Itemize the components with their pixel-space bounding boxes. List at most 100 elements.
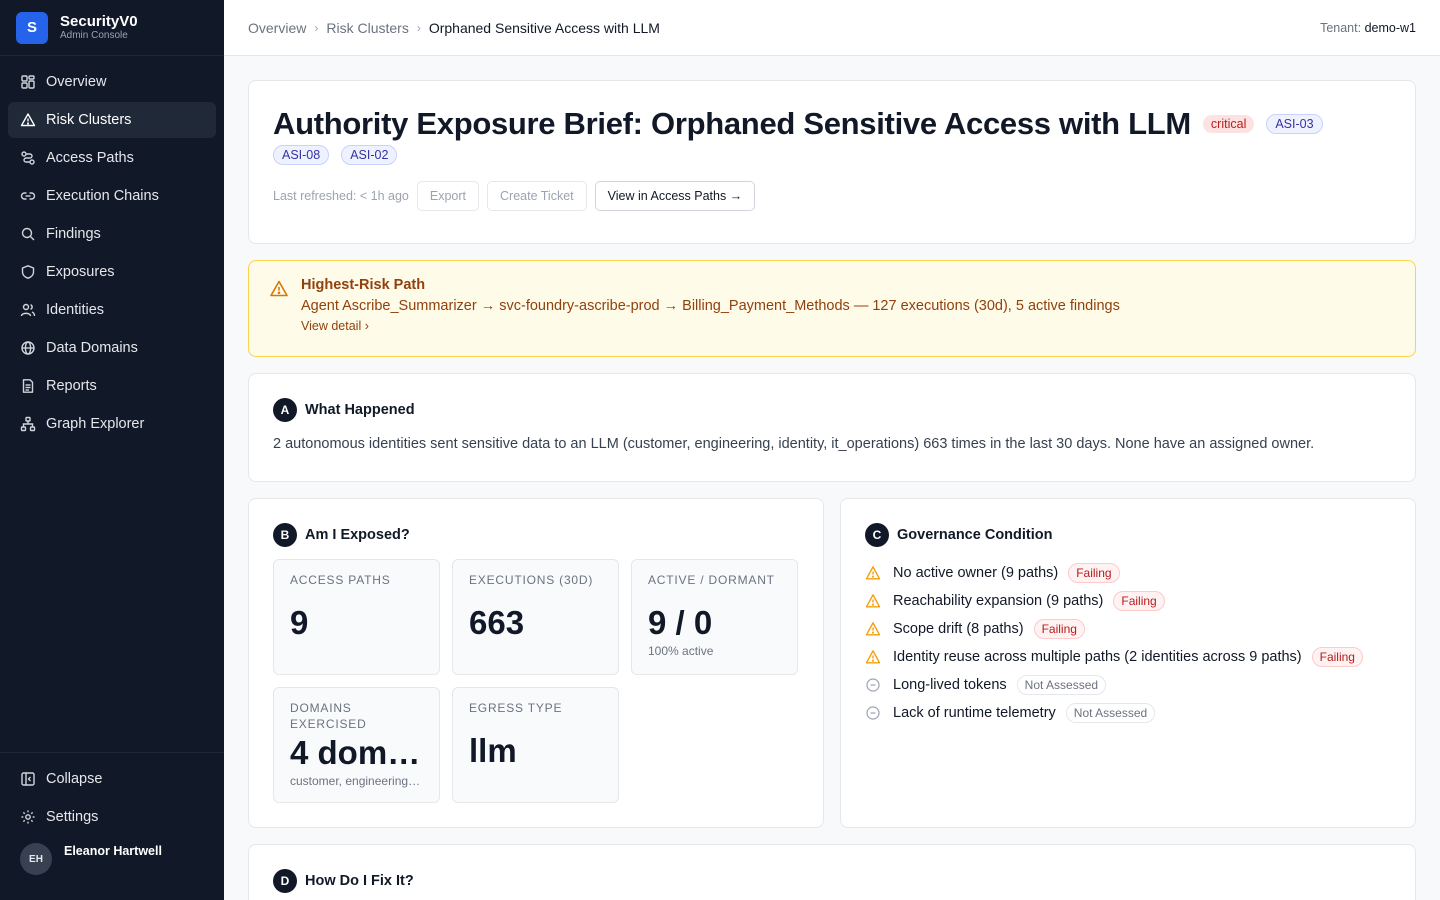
stat-active-dormant: ACTIVE / DORMANT 9 / 0 100% active	[631, 559, 798, 675]
stat-domains-exercised: DOMAINS EXERCISED 4 domains customer, en…	[273, 687, 440, 803]
highest-risk-path-alert: Highest-Risk Path Agent Ascribe_Summariz…	[248, 260, 1416, 357]
condition-label: Long-lived tokens	[893, 677, 1007, 693]
condition-label: Scope drift (8 paths)	[893, 621, 1024, 637]
breadcrumb-risk-clusters[interactable]: Risk Clusters	[326, 20, 408, 36]
alert-text: Agent Ascribe_Summarizer → svc-foundry-a…	[301, 298, 1120, 314]
sidebar-item-risk-clusters[interactable]: Risk Clusters	[8, 102, 216, 138]
content: Authority Exposure Brief: Orphaned Sensi…	[224, 56, 1440, 900]
tenant-indicator: Tenant: demo-w1	[1320, 21, 1416, 35]
status-badge: Failing	[1311, 647, 1363, 667]
sidebar-item-identities[interactable]: Identities	[8, 292, 216, 328]
chevron-right-icon: ›	[364, 319, 369, 333]
minus-circle-icon	[866, 706, 880, 720]
section-letter: C	[865, 523, 889, 547]
breadcrumb-overview[interactable]: Overview	[248, 20, 306, 36]
stat-value: 9 / 0	[648, 604, 713, 641]
sidebar-item-findings[interactable]: Findings	[8, 216, 216, 252]
create-ticket-button[interactable]: Create Ticket	[487, 181, 587, 211]
view-detail-label: View detail	[301, 319, 362, 333]
sidebar-item-label: Overview	[46, 74, 107, 90]
stat-access-paths: ACCESS PATHS 9	[273, 559, 440, 675]
stat-value: 9	[290, 604, 309, 641]
warning-icon	[20, 113, 36, 127]
main-area: Overview › Risk Clusters › Orphaned Sens…	[224, 0, 1440, 900]
sidebar: S SecurityV0 Admin Console Overview Risk…	[0, 0, 224, 900]
collapse-button[interactable]: Collapse	[8, 761, 216, 797]
condition-label: Lack of runtime telemetry	[893, 705, 1056, 721]
sidebar-item-graph-explorer[interactable]: Graph Explorer	[8, 406, 216, 442]
grid-icon	[21, 75, 35, 89]
warning-icon	[865, 622, 881, 636]
brand[interactable]: S SecurityV0 Admin Console	[0, 0, 224, 56]
document-icon	[22, 379, 34, 393]
users-icon	[20, 303, 36, 317]
minus-circle-icon	[866, 678, 880, 692]
breadcrumb-current: Orphaned Sensitive Access with LLM	[428, 19, 660, 36]
stat-label: EGRESS TYPE	[469, 701, 563, 715]
settings-button[interactable]: Settings	[8, 799, 216, 835]
sidebar-item-overview[interactable]: Overview	[8, 64, 216, 100]
what-happened-text: 2 autonomous identities sent sensitive d…	[273, 436, 1315, 452]
search-icon	[21, 227, 35, 241]
export-button[interactable]: Export	[416, 181, 479, 211]
condition-label: Reachability expansion (9 paths)	[893, 593, 1104, 609]
am-i-exposed-card: B Am I Exposed? ACCESS PATHS 9 EXECUTION…	[248, 498, 824, 828]
breadcrumb: Overview › Risk Clusters › Orphaned Sens…	[248, 20, 660, 36]
sidebar-item-data-domains[interactable]: Data Domains	[8, 330, 216, 366]
sidebar-item-exposures[interactable]: Exposures	[8, 254, 216, 290]
link-icon	[20, 192, 36, 200]
route-icon	[21, 151, 35, 165]
sidebar-item-execution-chains[interactable]: Execution Chains	[8, 178, 216, 214]
sidebar-item-label: Graph Explorer	[46, 416, 145, 432]
sidebar-item-label: Identities	[46, 302, 105, 318]
collapse-label: Collapse	[46, 771, 103, 787]
topbar: Overview › Risk Clusters › Orphaned Sens…	[224, 0, 1440, 56]
condition-row: No active owner (9 paths) Failing	[865, 559, 1391, 587]
stat-sub: 100% active	[648, 644, 714, 658]
shield-icon	[21, 265, 35, 279]
view-in-access-paths-button[interactable]: View in Access Paths →	[594, 181, 756, 211]
sidebar-item-label: Reports	[46, 378, 97, 394]
condition-row: Scope drift (8 paths) Failing	[865, 615, 1391, 643]
alert-title: Highest-Risk Path	[301, 277, 426, 293]
app-subtitle: Admin Console	[60, 29, 128, 41]
brief-header-card: Authority Exposure Brief: Orphaned Sensi…	[248, 80, 1416, 244]
sidebar-item-reports[interactable]: Reports	[8, 368, 216, 404]
stat-executions: EXECUTIONS (30D) 663	[452, 559, 619, 675]
condition-row: Reachability expansion (9 paths) Failing	[865, 587, 1391, 615]
tenant-value: demo-w1	[1364, 20, 1416, 35]
condition-row: Identity reuse across multiple paths (2 …	[865, 643, 1391, 671]
section-title: Am I Exposed?	[305, 527, 410, 543]
avatar: EH	[20, 843, 52, 875]
sidebar-item-label: Execution Chains	[46, 188, 159, 204]
stat-label: ACCESS PATHS	[290, 573, 391, 587]
collapse-icon	[21, 772, 35, 786]
brand-logo: S	[16, 11, 48, 44]
status-badge: Not Assessed	[1065, 703, 1156, 723]
last-refreshed: Last refreshed: < 1h ago	[273, 189, 409, 203]
stat-sub: customer, engineering, identity, it_oper…	[290, 774, 423, 788]
what-happened-card: A What Happened 2 autonomous identities …	[248, 373, 1416, 482]
page-title: Authority Exposure Brief: Orphaned Sensi…	[273, 106, 1191, 141]
section-title: How Do I Fix It?	[305, 873, 414, 889]
user-profile[interactable]: EH Eleanor Hartwell	[8, 839, 216, 879]
globe-icon	[21, 341, 35, 355]
status-badge: Failing	[1113, 591, 1165, 611]
sidebar-item-label: Data Domains	[46, 340, 138, 356]
stat-value: llm	[469, 732, 517, 769]
graph-icon	[20, 416, 36, 432]
stat-label: EXECUTIONS (30D)	[469, 573, 594, 587]
sidebar-item-label: Exposures	[46, 264, 115, 280]
severity-badge: critical	[1202, 115, 1255, 133]
condition-label: Identity reuse across multiple paths (2 …	[893, 649, 1302, 665]
stat-value: 4 domains	[290, 734, 423, 771]
status-badge: Not Assessed	[1016, 675, 1107, 695]
tenant-label: Tenant:	[1320, 20, 1362, 35]
view-detail-link[interactable]: View detail ›	[301, 319, 1120, 333]
user-name: Eleanor Hartwell	[64, 844, 162, 858]
app-name: SecurityV0	[60, 12, 138, 30]
stat-label: ACTIVE / DORMANT	[648, 573, 775, 587]
sidebar-item-label: Risk Clusters	[46, 112, 132, 128]
sidebar-item-access-paths[interactable]: Access Paths	[8, 140, 216, 176]
chevron-right-icon: ›	[416, 20, 421, 35]
